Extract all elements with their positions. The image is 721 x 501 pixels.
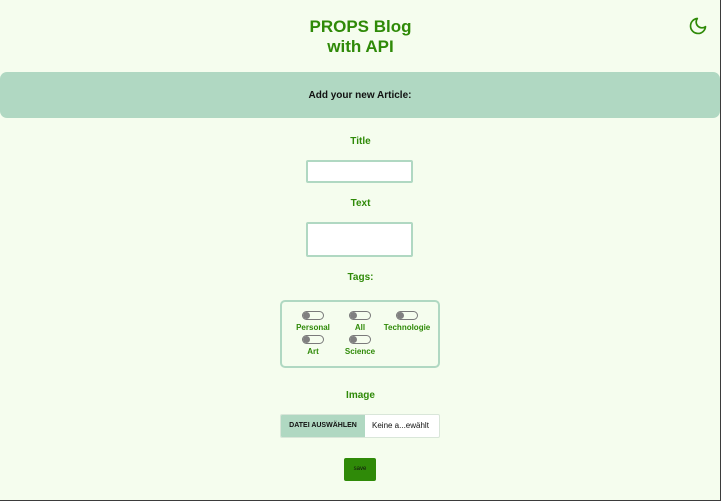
app-title-line-1: PROPS Blog [309, 17, 412, 36]
app-header: PROPS Blog with API [0, 0, 721, 72]
add-article-banner: Add your new Article: [0, 72, 720, 118]
title-input[interactable] [306, 160, 413, 183]
toggle-knob [350, 312, 357, 319]
tag-science[interactable]: Science [330, 335, 390, 356]
toggle-knob [303, 336, 310, 343]
tag-toggle-switch[interactable] [302, 335, 324, 344]
toggle-knob [350, 336, 357, 343]
tag-toggle-switch[interactable] [396, 311, 418, 320]
tag-toggle-switch[interactable] [349, 335, 371, 344]
app-title: PROPS Blog with API [0, 17, 721, 57]
moon-icon [689, 17, 707, 35]
toggle-knob [303, 312, 310, 319]
tag-label: Technologie [383, 323, 431, 332]
text-input[interactable] [306, 222, 413, 257]
save-button[interactable]: save [344, 458, 376, 481]
text-label: Text [350, 198, 371, 209]
image-label: Image [346, 390, 375, 401]
app-title-line-2: with API [327, 37, 394, 56]
tag-toggle-switch[interactable] [302, 311, 324, 320]
image-file-input[interactable]: DATEI AUSWÄHLEN Keine a...ewählt [280, 414, 440, 438]
theme-toggle-button[interactable] [688, 16, 708, 36]
choose-file-button[interactable]: DATEI AUSWÄHLEN [281, 415, 365, 437]
title-label: Title [350, 136, 371, 147]
tag-technologie[interactable]: Technologie [377, 311, 437, 332]
toggle-knob [397, 312, 404, 319]
tag-label: Science [344, 347, 376, 356]
file-status-text: Keine a...ewählt [372, 421, 429, 430]
tag-toggle-switch[interactable] [349, 311, 371, 320]
banner-text: Add your new Article: [308, 90, 412, 101]
tags-label: Tags: [347, 272, 374, 283]
tags-group: Personal All Technologie Art Science [280, 300, 440, 368]
